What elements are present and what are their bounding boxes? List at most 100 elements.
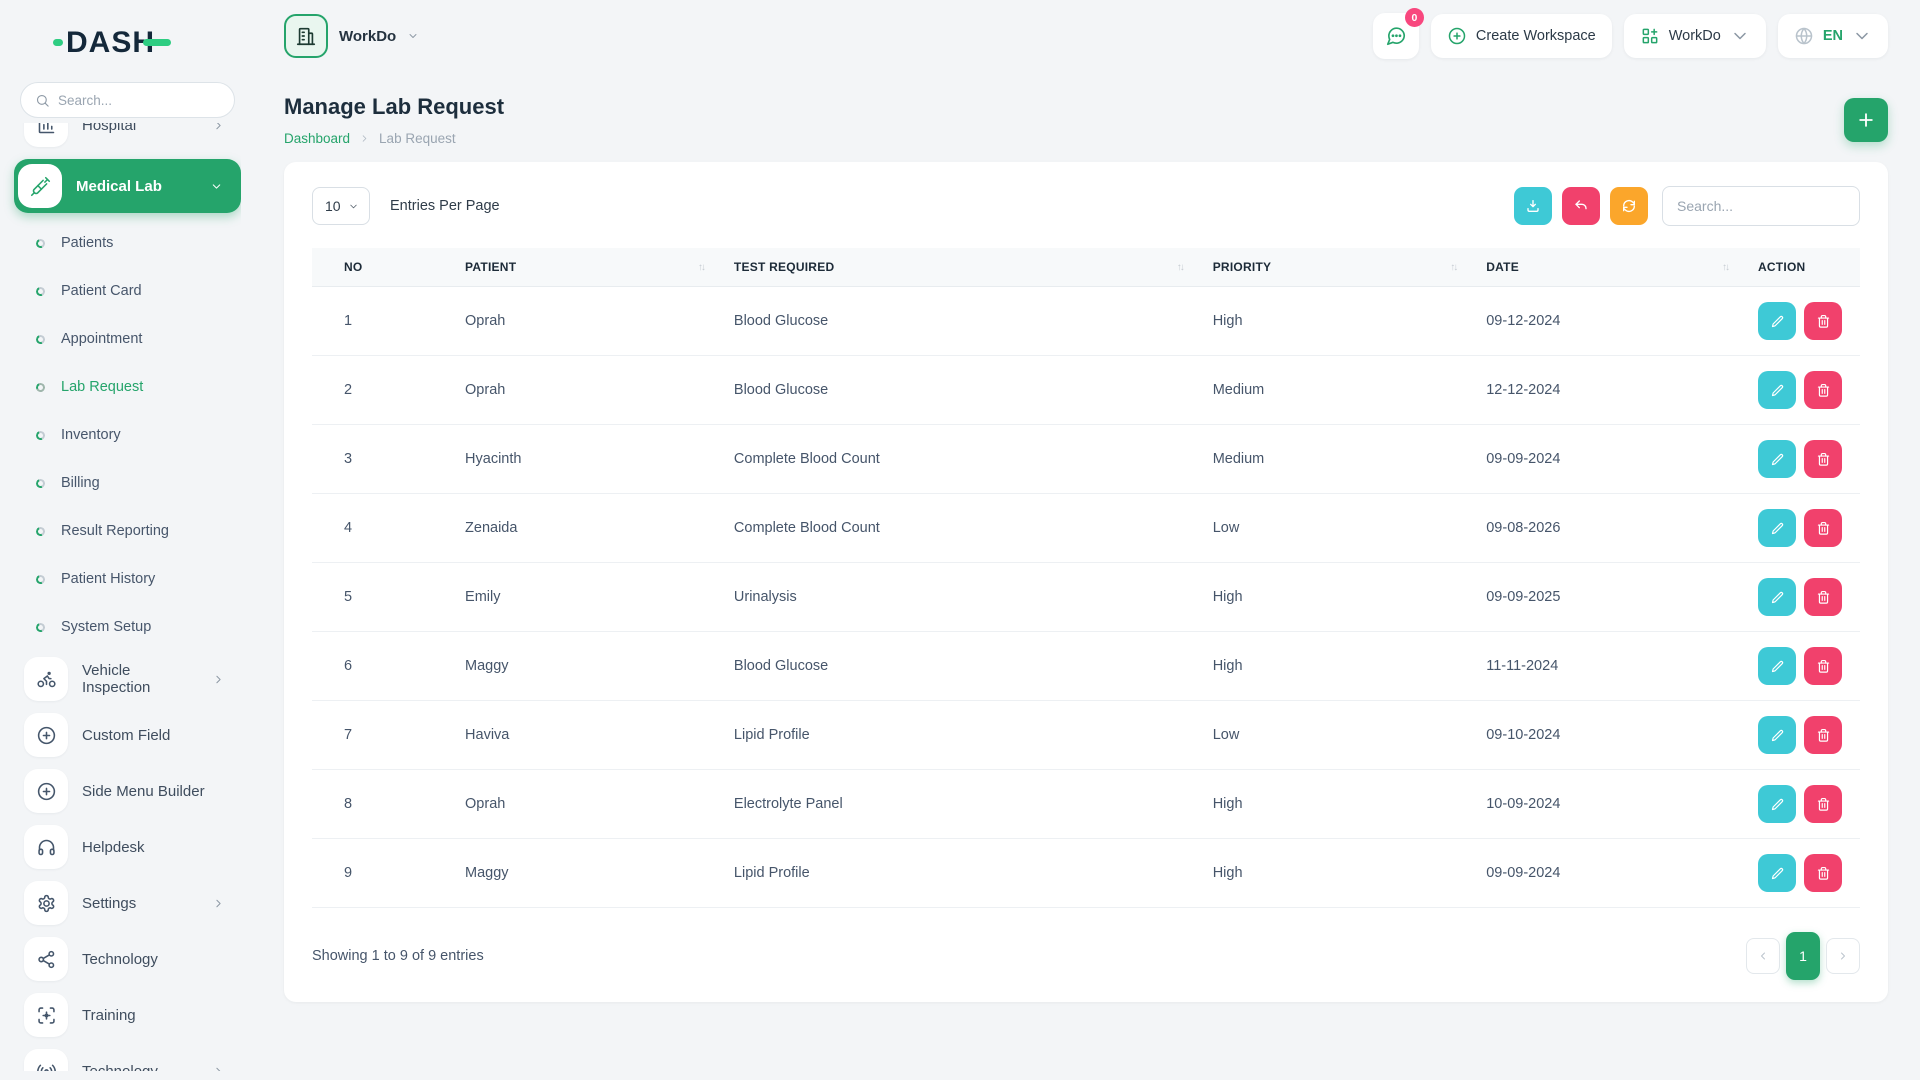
- cell-date: 09-09-2025: [1476, 562, 1748, 632]
- row-delete-button[interactable]: [1804, 785, 1842, 823]
- cell-patient: Emily: [455, 562, 724, 632]
- row-edit-button[interactable]: [1758, 302, 1796, 340]
- sidebar-item-label: Custom Field: [82, 726, 171, 744]
- cell-test: Urinalysis: [723, 562, 1203, 632]
- cell-action: [1748, 493, 1860, 563]
- reset-button[interactable]: [1562, 187, 1600, 225]
- row-edit-button[interactable]: [1758, 578, 1796, 616]
- sidebar-item-vehicle-inspection[interactable]: Vehicle Inspection: [24, 651, 241, 707]
- add-lab-request-button[interactable]: [1844, 98, 1888, 142]
- row-delete-button[interactable]: [1804, 578, 1842, 616]
- row-delete-button[interactable]: [1804, 302, 1842, 340]
- pencil-icon: [1770, 383, 1785, 398]
- breadcrumb-dashboard-link[interactable]: Dashboard: [284, 131, 350, 146]
- sidebar-item-hospital[interactable]: Hospital: [24, 123, 241, 153]
- sidebar-item-label: Vehicle Inspection: [82, 662, 151, 696]
- cell-date: 09-08-2026: [1476, 493, 1748, 563]
- cell-test: Lipid Profile: [723, 838, 1203, 908]
- row-edit-button[interactable]: [1758, 371, 1796, 409]
- row-edit-button[interactable]: [1758, 647, 1796, 685]
- workdo-menu-button[interactable]: WorkDo: [1623, 14, 1766, 58]
- column-header-priority[interactable]: PRIORITY ↑↓: [1202, 248, 1477, 287]
- row-delete-button[interactable]: [1804, 371, 1842, 409]
- row-delete-button[interactable]: [1804, 509, 1842, 547]
- table-row: 8 Oprah Electrolyte Panel High 10-09-2024: [312, 769, 1860, 839]
- plus-circle-icon: [24, 769, 68, 813]
- sidebar-item-inventory[interactable]: Inventory: [24, 411, 241, 459]
- previous-page-button[interactable]: [1746, 938, 1780, 974]
- cell-priority: High: [1202, 838, 1477, 908]
- export-button[interactable]: [1514, 187, 1552, 225]
- row-edit-button[interactable]: [1758, 440, 1796, 478]
- sidebar-search[interactable]: [20, 82, 235, 118]
- column-header-date[interactable]: DATE ↑↓: [1476, 248, 1748, 287]
- sidebar-item-side-menu-builder[interactable]: Side Menu Builder: [24, 763, 241, 819]
- sort-icon[interactable]: ↑↓: [1450, 262, 1458, 273]
- bullet-icon: [34, 573, 47, 585]
- sidebar-nav: Hospital Medical Lab Patients Patient Card A…: [0, 123, 241, 1071]
- cell-test: Complete Blood Count: [723, 424, 1203, 494]
- create-workspace-button[interactable]: Create Workspace: [1430, 14, 1612, 58]
- sidebar-item-patients[interactable]: Patients: [24, 219, 241, 267]
- row-edit-button[interactable]: [1758, 854, 1796, 892]
- sidebar-item-label: Patients: [61, 235, 114, 251]
- column-header-patient[interactable]: PATIENT ↑↓: [455, 248, 724, 287]
- sidebar-item-billing[interactable]: Billing: [24, 459, 241, 507]
- sort-icon[interactable]: ↑↓: [698, 262, 706, 273]
- sidebar-item-technology[interactable]: Technology: [24, 931, 241, 987]
- sidebar-item-label: Training: [82, 1006, 136, 1024]
- column-label: PATIENT: [465, 260, 517, 274]
- bullet-icon: [34, 429, 47, 441]
- sidebar-search-input[interactable]: [58, 92, 235, 108]
- bullet-icon: [34, 237, 47, 249]
- cell-no: 9: [312, 838, 456, 908]
- row-delete-button[interactable]: [1804, 854, 1842, 892]
- cell-action: [1748, 355, 1860, 425]
- row-edit-button[interactable]: [1758, 716, 1796, 754]
- cell-priority: High: [1202, 286, 1477, 356]
- sidebar-item-custom-field[interactable]: Custom Field: [24, 707, 241, 763]
- sort-icon[interactable]: ↑↓: [1177, 262, 1185, 273]
- column-header-test-required[interactable]: TEST REQUIRED ↑↓: [723, 248, 1203, 287]
- table-body: 1 Oprah Blood Glucose High 09-12-2024 2 Oprah B…: [312, 286, 1860, 908]
- page-1-button[interactable]: 1: [1786, 932, 1820, 980]
- language-selector[interactable]: EN: [1777, 14, 1888, 58]
- row-delete-button[interactable]: [1804, 716, 1842, 754]
- row-edit-button[interactable]: [1758, 785, 1796, 823]
- sidebar-item-settings[interactable]: Settings: [24, 875, 241, 931]
- plus-circle-icon: [1447, 26, 1467, 46]
- bullet-icon: [34, 381, 47, 393]
- messages-button[interactable]: 0: [1372, 8, 1424, 59]
- sidebar-item-medical-lab[interactable]: Medical Lab: [14, 159, 241, 213]
- scan-target-icon: [24, 993, 68, 1037]
- sidebar-item-technology[interactable]: Technology: [24, 1043, 241, 1071]
- sidebar-item-training[interactable]: Training: [24, 987, 241, 1043]
- sidebar-item-lab-request[interactable]: Lab Request: [24, 363, 241, 411]
- sidebar-item-helpdesk[interactable]: Helpdesk: [24, 819, 241, 875]
- entries-per-page-select[interactable]: 10: [312, 187, 370, 225]
- row-edit-button[interactable]: [1758, 509, 1796, 547]
- sidebar-item-system-setup[interactable]: System Setup: [24, 603, 241, 651]
- sidebar-item-label: Settings: [82, 894, 137, 912]
- cell-priority: Medium: [1202, 424, 1477, 494]
- row-delete-button[interactable]: [1804, 647, 1842, 685]
- next-page-button[interactable]: [1826, 938, 1860, 974]
- pencil-icon: [1770, 521, 1785, 536]
- table-row: 7 Haviva Lipid Profile Low 09-10-2024: [312, 700, 1860, 770]
- cell-no: 6: [312, 631, 456, 701]
- refresh-button[interactable]: [1610, 187, 1648, 225]
- sort-icon[interactable]: ↑↓: [1722, 262, 1730, 273]
- workspace-selector[interactable]: WorkDo: [284, 14, 419, 58]
- sidebar-item-patient-history[interactable]: Patient History: [24, 555, 241, 603]
- chevron-right-icon: [212, 123, 225, 132]
- sidebar-item-appointment[interactable]: Appointment: [24, 315, 241, 363]
- sidebar-item-result-reporting[interactable]: Result Reporting: [24, 507, 241, 555]
- bullet-icon: [34, 621, 47, 633]
- sidebar-item-label: Billing: [61, 475, 100, 491]
- row-delete-button[interactable]: [1804, 440, 1842, 478]
- download-icon: [1525, 198, 1541, 214]
- table-search-input[interactable]: [1662, 186, 1860, 226]
- workspace-name: WorkDo: [339, 27, 397, 45]
- sidebar-item-patient-card[interactable]: Patient Card: [24, 267, 241, 315]
- column-label: TEST REQUIRED: [733, 260, 835, 274]
